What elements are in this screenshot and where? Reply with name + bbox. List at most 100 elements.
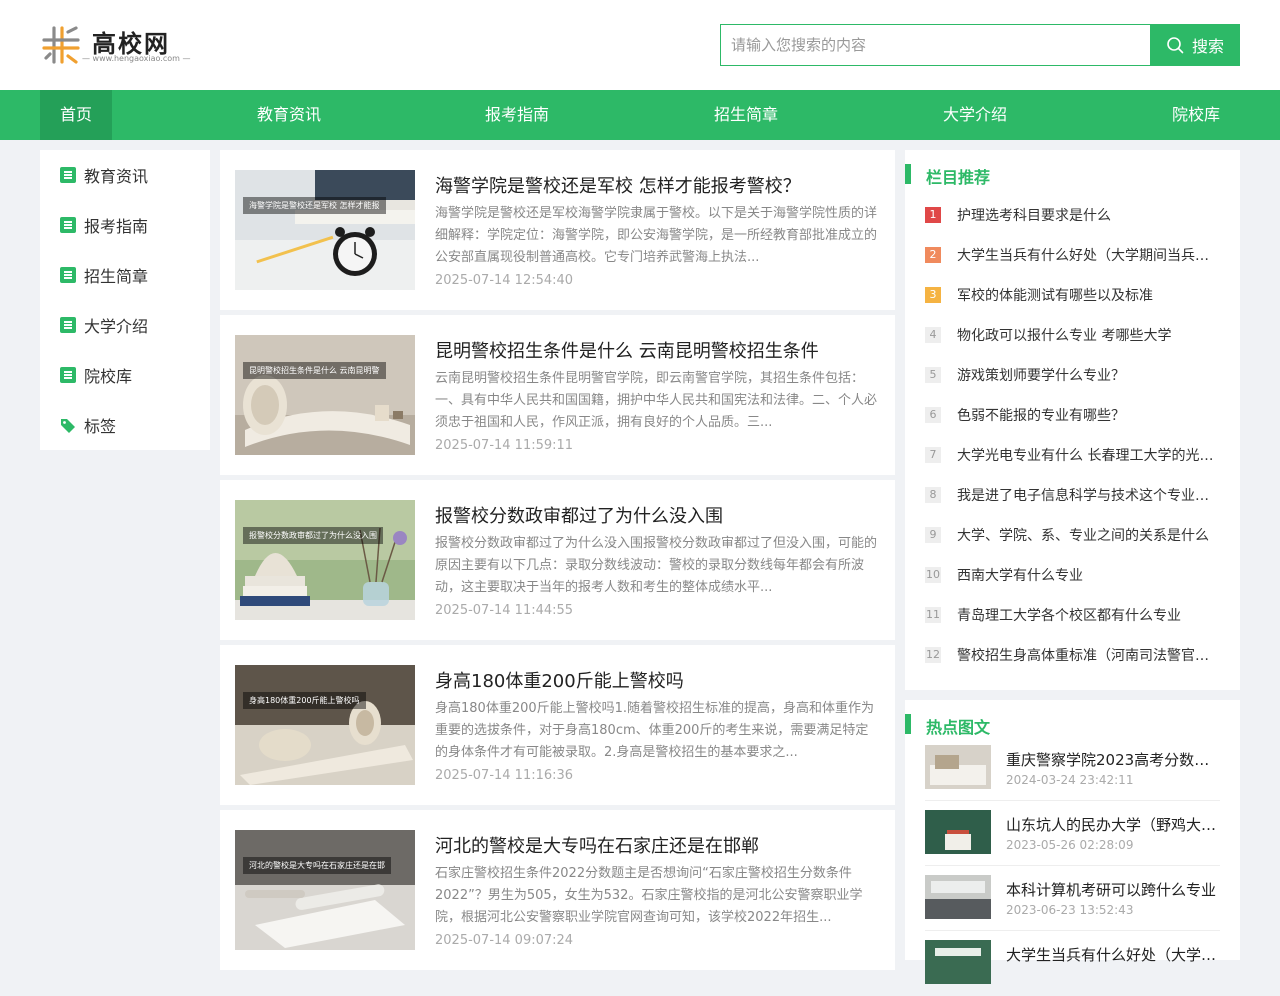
papers-image [235, 830, 415, 950]
recommend-item[interactable]: 7 大学光电专业有什么 长春理工大学的光电专业 [925, 445, 1225, 465]
list-icon [60, 367, 76, 383]
list-icon [60, 217, 76, 233]
search-icon [1167, 37, 1184, 54]
sidebar-item-label: 报考指南 [84, 217, 149, 236]
hot-thumbnail [925, 940, 991, 984]
hot-item[interactable]: 本科计算机考研可以跨什么专业 2023-06-23 13:52:43 [925, 875, 1220, 931]
recommend-item-title: 青岛理工大学各个校区都有什么专业 [957, 608, 1181, 624]
hot-panel: 热点图文 重庆警察学院2023高考分数线是多少 2024-03-24 23:42… [905, 700, 1240, 984]
article-summary: 身高180体重200斤能上警校吗1.随着警校招生标准的提高，身高和体重作为重要的… [435, 701, 875, 760]
sidebar-item-label: 教育资讯 [84, 167, 149, 186]
rank-number: 2 [925, 247, 941, 263]
search-input[interactable] [720, 24, 1150, 66]
recommend-item-title: 色弱不能报的专业有哪些？ [957, 408, 1125, 424]
rank-number: 12 [925, 647, 941, 663]
site-logo[interactable]: 高校网 — www.hengaoxiao.com — [40, 22, 190, 68]
article-title[interactable]: 报警校分数政审都过了为什么没入围 [435, 502, 875, 528]
recommend-item[interactable]: 4 物化政可以报什么专业 考哪些大学 [925, 325, 1225, 345]
article-date: 2025-07-14 11:44:55 [435, 603, 574, 618]
rank-number: 7 [925, 447, 941, 463]
thumbnail-caption: 报警校分数政审都过了为什么没入围 [243, 527, 383, 544]
recommend-item-title: 游戏策划师要学什么专业？ [957, 368, 1125, 384]
recommend-item-title: 西南大学有什么专业 [957, 568, 1083, 584]
recommend-item-title: 军校的体能测试有哪些以及标准 [957, 288, 1153, 304]
list-icon [60, 167, 76, 183]
article-date: 2025-07-14 11:59:11 [435, 438, 574, 453]
hot-thumbnail [925, 875, 991, 919]
sidebar-item-tags[interactable]: 标签 [40, 400, 210, 450]
nav-item-home[interactable]: 首页 [40, 90, 112, 140]
nav-item-guide[interactable]: 报考指南 [476, 90, 558, 140]
recommend-item[interactable]: 10 西南大学有什么专业 [925, 565, 1225, 585]
article-thumbnail[interactable]: 河北的警校是大专吗在石家庄还是在邯 [235, 830, 415, 950]
sidebar-item-news[interactable]: 教育资讯 [40, 150, 210, 200]
nav-item-school-library[interactable]: 院校库 [1163, 90, 1229, 140]
hot-item-title: 重庆警察学院2023高考分数线是多少 [1006, 751, 1221, 769]
article-summary: 石家庄警校招生条件2022分数题主是否想询问“石家庄警校招生分数条件2022”？… [435, 866, 863, 925]
recommend-item-title: 物化政可以报什么专业 考哪些大学 [957, 328, 1172, 344]
article-card[interactable]: 身高180体重200斤能上警校吗 身高180体重200斤能上警校吗 身高180体… [220, 645, 895, 805]
article-title[interactable]: 海警学院是警校还是军校 怎样才能报考警校？ [435, 172, 875, 198]
recommend-item-title: 我是进了电子信息科学与技术这个专业的学生 [957, 488, 1217, 504]
sidebar-item-label: 标签 [84, 417, 117, 436]
recommend-item[interactable]: 8 我是进了电子信息科学与技术这个专业的学生 [925, 485, 1225, 505]
hot-item-date: 2024-03-24 23:42:11 [1006, 773, 1134, 787]
thumbnail-caption: 昆明警校招生条件是什么 云南昆明警 [243, 362, 386, 379]
hot-item-date: 2023-05-26 02:28:09 [1006, 838, 1134, 852]
search-button[interactable]: 搜索 [1150, 24, 1240, 66]
article-thumbnail[interactable]: 海警学院是警校还是军校 怎样才能报 [235, 170, 415, 290]
article-thumbnail[interactable]: 报警校分数政审都过了为什么没入围 [235, 500, 415, 620]
nav-item-admissions[interactable]: 招生简章 [705, 90, 787, 140]
recommend-item[interactable]: 12 警校招生身高体重标准（河南司法警官职业学院） [925, 645, 1225, 665]
site-url: — www.hengaoxiao.com — [82, 54, 191, 63]
article-date: 2025-07-14 09:07:24 [435, 933, 574, 948]
recommend-item[interactable]: 2 大学生当兵有什么好处（大学期间当兵有什么好处） [925, 245, 1225, 265]
list-icon [60, 267, 76, 283]
sidebar-item-label: 招生简章 [84, 267, 149, 286]
category-sidebar: 教育资讯 报考指南 招生简章 大学介绍 院校库 标签 [40, 150, 210, 450]
recommend-item[interactable]: 6 色弱不能报的专业有哪些？ [925, 405, 1225, 425]
hot-item-title: 本科计算机考研可以跨什么专业 [1006, 881, 1217, 899]
article-title[interactable]: 河北的警校是大专吗在石家庄还是在邯郸 [435, 832, 875, 858]
hot-thumbnail [925, 810, 991, 854]
recommend-item-title: 大学光电专业有什么 长春理工大学的光电专业 [957, 448, 1217, 464]
logo-mark-icon [42, 26, 80, 64]
article-card[interactable]: 报警校分数政审都过了为什么没入围 报警校分数政审都过了为什么没入围 报警校分数政… [220, 480, 895, 640]
hot-item[interactable]: 重庆警察学院2023高考分数线是多少 2024-03-24 23:42:11 [925, 745, 1221, 801]
sidebar-item-admissions[interactable]: 招生简章 [40, 250, 210, 300]
rank-number: 1 [925, 207, 941, 223]
nav-item-news[interactable]: 教育资讯 [248, 90, 330, 140]
sidebar-item-label: 大学介绍 [84, 317, 149, 336]
sidebar-item-school-library[interactable]: 院校库 [40, 350, 210, 400]
recommend-item[interactable]: 3 军校的体能测试有哪些以及标准 [925, 285, 1225, 305]
hot-thumbnail [925, 745, 991, 789]
article-date: 2025-07-14 11:16:36 [435, 768, 574, 783]
header: 高校网 — www.hengaoxiao.com — 搜索 [0, 0, 1280, 90]
article-card[interactable]: 昆明警校招生条件是什么 云南昆明警 昆明警校招生条件是什么 云南昆明警校招生条件… [220, 315, 895, 475]
recommend-item[interactable]: 9 大学、学院、系、专业之间的关系是什么 [925, 525, 1225, 545]
article-title[interactable]: 昆明警校招生条件是什么 云南昆明警校招生条件 [435, 337, 875, 363]
sidebar-item-universities[interactable]: 大学介绍 [40, 300, 210, 350]
article-thumbnail[interactable]: 身高180体重200斤能上警校吗 [235, 665, 415, 785]
article-card[interactable]: 河北的警校是大专吗在石家庄还是在邯 河北的警校是大专吗在石家庄还是在邯郸 石家庄… [220, 810, 895, 970]
hot-item-title: 山东坑人的民办大学（野鸡大学名单） [1006, 816, 1221, 834]
thumbnail-caption: 身高180体重200斤能上警校吗 [243, 692, 366, 709]
article-thumbnail[interactable]: 昆明警校招生条件是什么 云南昆明警 [235, 335, 415, 455]
rank-number: 9 [925, 527, 941, 543]
rank-number: 11 [925, 607, 941, 623]
sidebar-item-guide[interactable]: 报考指南 [40, 200, 210, 250]
article-title[interactable]: 身高180体重200斤能上警校吗 [435, 667, 875, 693]
hot-item[interactable]: 山东坑人的民办大学（野鸡大学名单） 2023-05-26 02:28:09 [925, 810, 1221, 866]
rank-number: 3 [925, 287, 941, 303]
nav-item-universities[interactable]: 大学介绍 [934, 90, 1016, 140]
recommend-panel: 栏目推荐 1 护理选考科目要求是什么 2 大学生当兵有什么好处（大学期间当兵有什么好处… [905, 150, 1240, 690]
recommend-item-title: 警校招生身高体重标准（河南司法警官职业学院） [957, 648, 1217, 664]
rank-number: 10 [925, 567, 941, 583]
recommend-item-title: 大学生当兵有什么好处（大学期间当兵有什么好处） [957, 248, 1217, 264]
rank-number: 4 [925, 327, 941, 343]
hot-item[interactable]: 大学生当兵有什么好处（大学期间当兵） [925, 940, 1221, 996]
recommend-item[interactable]: 11 青岛理工大学各个校区都有什么专业 [925, 605, 1225, 625]
recommend-item[interactable]: 5 游戏策划师要学什么专业？ [925, 365, 1225, 385]
article-card[interactable]: 海警学院是警校还是军校 怎样才能报 海警学院是警校还是军校 怎样才能报考警校？ … [220, 150, 895, 310]
recommend-item[interactable]: 1 护理选考科目要求是什么 [925, 205, 1225, 225]
